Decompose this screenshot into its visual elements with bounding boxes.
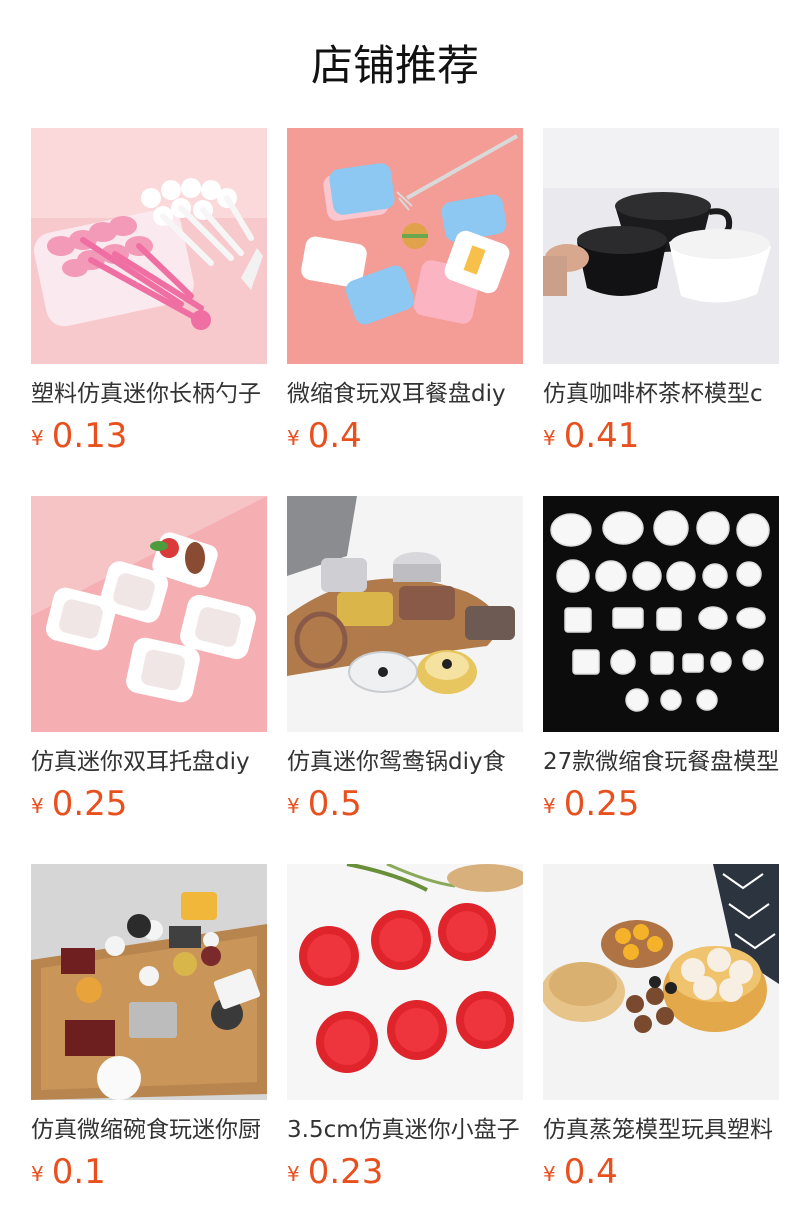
- product-card[interactable]: 仿真迷你双耳托盘diy ¥0.25: [31, 496, 267, 832]
- currency-symbol: ¥: [543, 794, 556, 818]
- product-price: ¥0.23: [287, 1152, 523, 1198]
- currency-symbol: ¥: [31, 426, 44, 450]
- currency-symbol: ¥: [543, 426, 556, 450]
- product-card[interactable]: 27款微缩食玩餐盘模型 ¥0.25: [543, 496, 779, 832]
- price-value: 0.1: [51, 1152, 106, 1192]
- product-card[interactable]: 塑料仿真迷你长柄勺子 ¥0.13: [31, 128, 267, 464]
- price-value: 0.23: [307, 1152, 384, 1192]
- product-image[interactable]: [543, 496, 779, 732]
- product-card[interactable]: 仿真蒸笼模型玩具塑料 ¥0.4: [543, 864, 779, 1200]
- product-name[interactable]: 仿真迷你双耳托盘diy: [31, 746, 267, 778]
- currency-symbol: ¥: [31, 1162, 44, 1186]
- product-image[interactable]: [287, 864, 523, 1100]
- price-value: 0.4: [563, 1152, 618, 1192]
- currency-symbol: ¥: [31, 794, 44, 818]
- product-price: ¥0.5: [287, 784, 523, 830]
- product-name[interactable]: 微缩食玩双耳餐盘diy: [287, 378, 523, 410]
- product-name[interactable]: 塑料仿真迷你长柄勺子: [31, 378, 267, 410]
- product-name[interactable]: 仿真蒸笼模型玩具塑料: [543, 1114, 779, 1146]
- product-price: ¥0.4: [287, 416, 523, 462]
- product-card[interactable]: 仿真咖啡杯茶杯模型c ¥0.41: [543, 128, 779, 464]
- price-value: 0.25: [51, 784, 128, 824]
- product-image[interactable]: [31, 496, 267, 732]
- product-image[interactable]: [543, 864, 779, 1100]
- product-image[interactable]: [287, 496, 523, 732]
- price-value: 0.5: [307, 784, 362, 824]
- product-name[interactable]: 仿真微缩碗食玩迷你厨: [31, 1114, 267, 1146]
- product-card[interactable]: 仿真微缩碗食玩迷你厨 ¥0.1: [31, 864, 267, 1200]
- product-image[interactable]: [287, 128, 523, 364]
- currency-symbol: ¥: [287, 794, 300, 818]
- currency-symbol: ¥: [543, 1162, 556, 1186]
- product-price: ¥0.25: [31, 784, 267, 830]
- page-title: 店铺推荐: [310, 41, 479, 90]
- product-price: ¥0.13: [31, 416, 267, 462]
- product-price: ¥0.41: [543, 416, 779, 462]
- product-card[interactable]: 3.5cm仿真迷你小盘子 ¥0.23: [287, 864, 523, 1200]
- product-card[interactable]: 仿真迷你鸳鸯锅diy食 ¥0.5: [287, 496, 523, 832]
- price-value: 0.41: [563, 416, 640, 456]
- product-image[interactable]: [31, 128, 267, 364]
- product-name[interactable]: 27款微缩食玩餐盘模型: [543, 746, 779, 778]
- price-value: 0.25: [563, 784, 640, 824]
- product-image[interactable]: [31, 864, 267, 1100]
- product-image[interactable]: [543, 128, 779, 364]
- price-value: 0.4: [307, 416, 362, 456]
- product-name[interactable]: 仿真咖啡杯茶杯模型c: [543, 378, 779, 410]
- product-name[interactable]: 3.5cm仿真迷你小盘子: [287, 1114, 523, 1146]
- product-price: ¥0.4: [543, 1152, 779, 1198]
- product-card[interactable]: 微缩食玩双耳餐盘diy ¥0.4: [287, 128, 523, 464]
- product-price: ¥0.1: [31, 1152, 267, 1198]
- product-name[interactable]: 仿真迷你鸳鸯锅diy食: [287, 746, 523, 778]
- product-price: ¥0.25: [543, 784, 779, 830]
- price-value: 0.13: [51, 416, 128, 456]
- currency-symbol: ¥: [287, 426, 300, 450]
- product-grid: 塑料仿真迷你长柄勺子 ¥0.13 微缩食玩双耳餐盘diy ¥0.4 仿真咖啡杯茶…: [31, 128, 779, 1200]
- currency-symbol: ¥: [287, 1162, 300, 1186]
